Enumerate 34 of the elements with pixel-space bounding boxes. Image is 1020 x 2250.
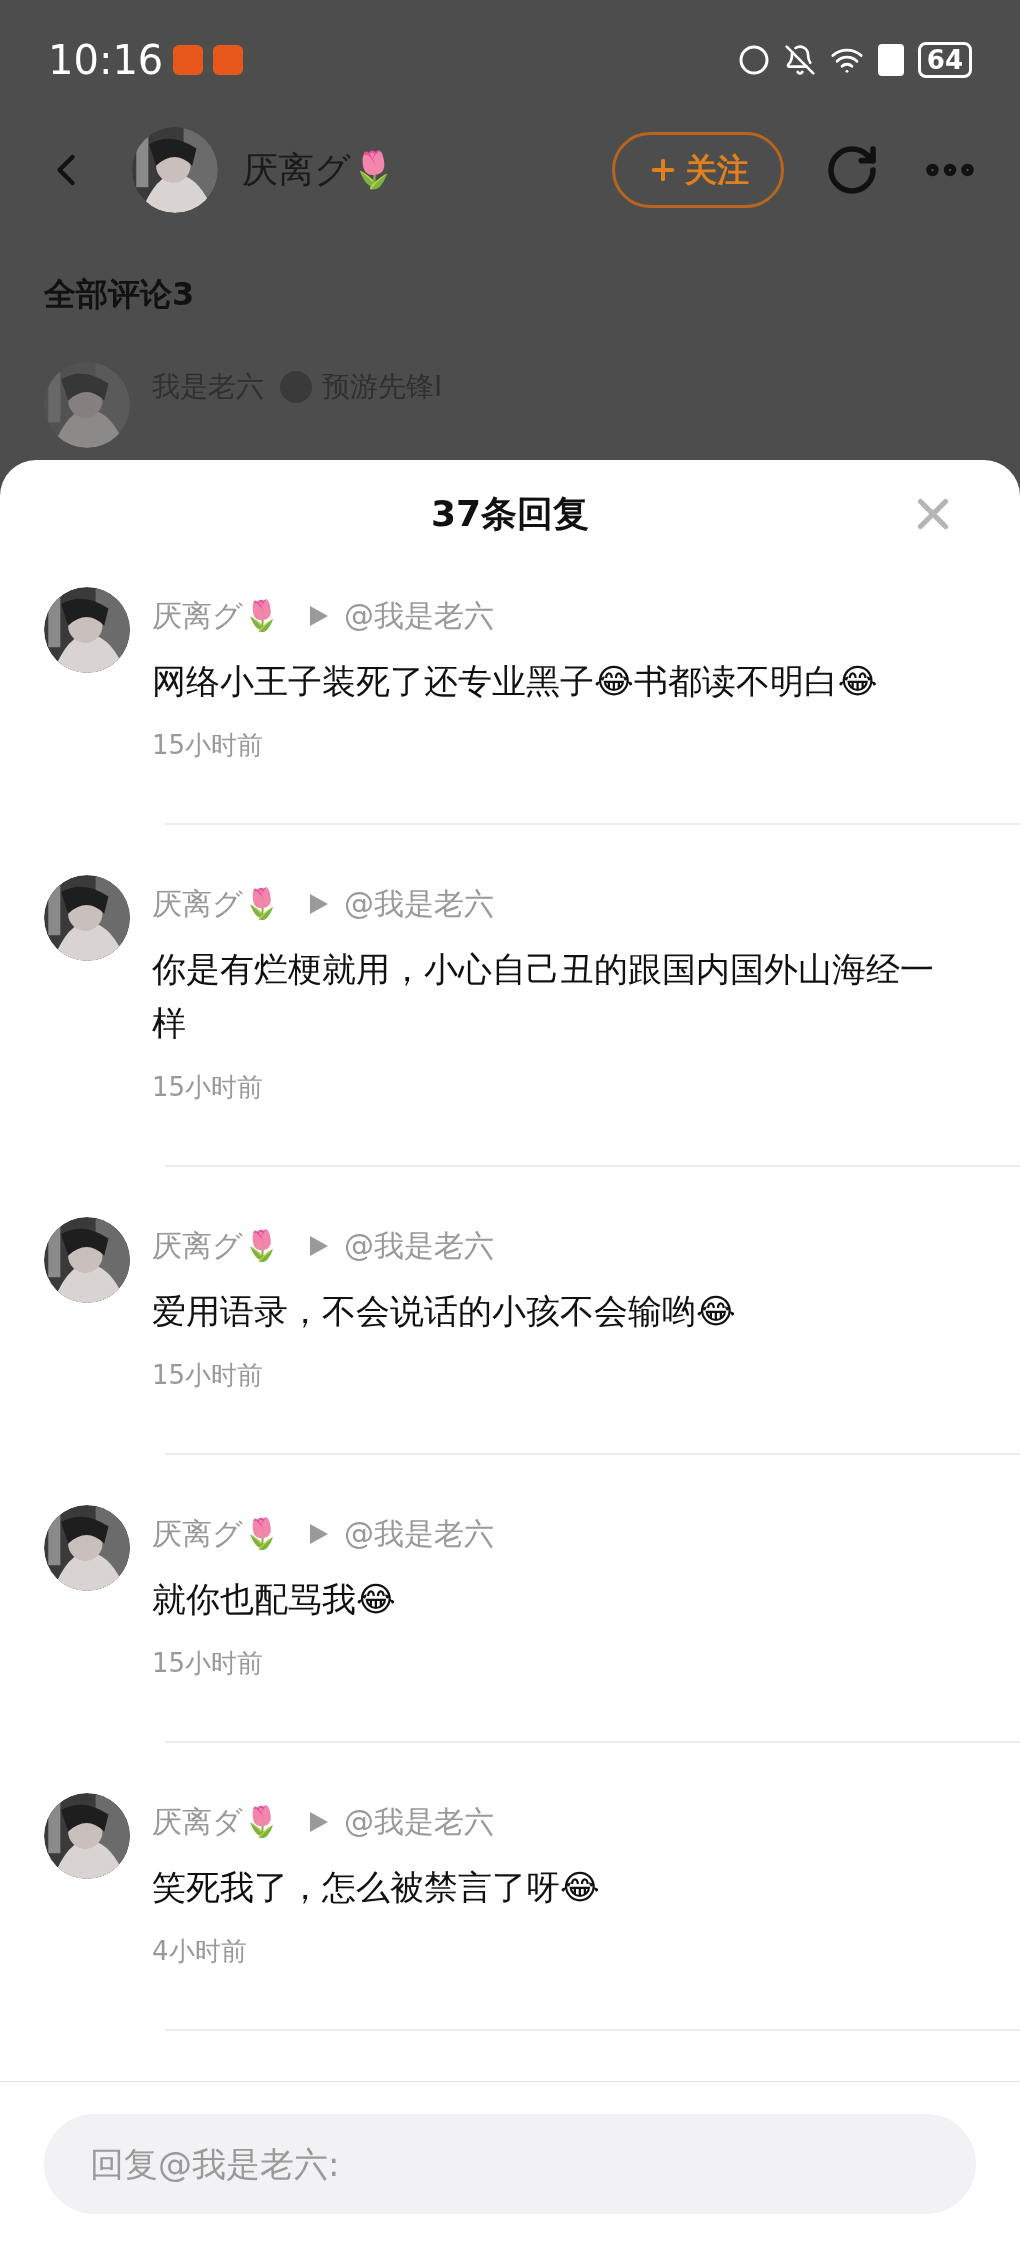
status-time: 10:16	[48, 36, 164, 85]
arrow-icon	[310, 893, 328, 914]
app-icon	[213, 45, 244, 75]
battery-level: 64	[917, 42, 972, 78]
comment-text: 你是有烂梗就用，小心自己丑的跟国内国外山海经一样	[152, 948, 935, 1046]
comment-time: 15小时前	[152, 1359, 265, 1393]
reply-target: @我是老六	[344, 1803, 494, 1842]
reply-target: @我是老六	[344, 1227, 494, 1266]
comment-time: 15小时前	[152, 729, 265, 763]
comment-text: 就你也配骂我😂	[152, 1578, 397, 1622]
comment-author: 厌离グ🌷	[152, 1515, 280, 1554]
comment-time: 15小时前	[152, 1647, 265, 1681]
reply-target: @我是老六	[344, 885, 494, 924]
comment-author: 厌离ダ🌷	[152, 1803, 280, 1842]
arrow-icon	[310, 1235, 328, 1256]
comment-author: 厌离グ🌷	[152, 597, 280, 636]
reply-field[interactable]: 回复@我是老六:	[44, 2114, 976, 2214]
app-icon	[173, 45, 204, 75]
comment-time: 15小时前	[152, 1071, 265, 1105]
comment-author: 厌离グ🌷	[152, 885, 280, 924]
comment-author: 厌离グ🌷	[152, 1227, 280, 1266]
comment-text: 爱用语录，不会说话的小孩不会输哟😂	[152, 1290, 737, 1334]
reply-target: @我是老六	[344, 1515, 494, 1554]
bell-muted-icon	[783, 44, 816, 76]
follow-button[interactable]: 关注	[612, 132, 784, 208]
arrow-icon	[310, 1811, 328, 1832]
comment-time: 4小时前	[152, 1935, 248, 1969]
sheet-title: 37条回复	[430, 491, 590, 536]
section-title: 全部评论3	[44, 275, 195, 313]
arrow-icon	[310, 1523, 328, 1544]
reply-target: @我是老六	[344, 597, 494, 636]
arrow-icon	[310, 605, 328, 626]
comment-text: 笑死我了，怎么被禁言了呀😂	[152, 1866, 601, 1910]
comment-text: 网络小王子装死了还专业黑子😂书都读不明白😂	[152, 660, 879, 704]
